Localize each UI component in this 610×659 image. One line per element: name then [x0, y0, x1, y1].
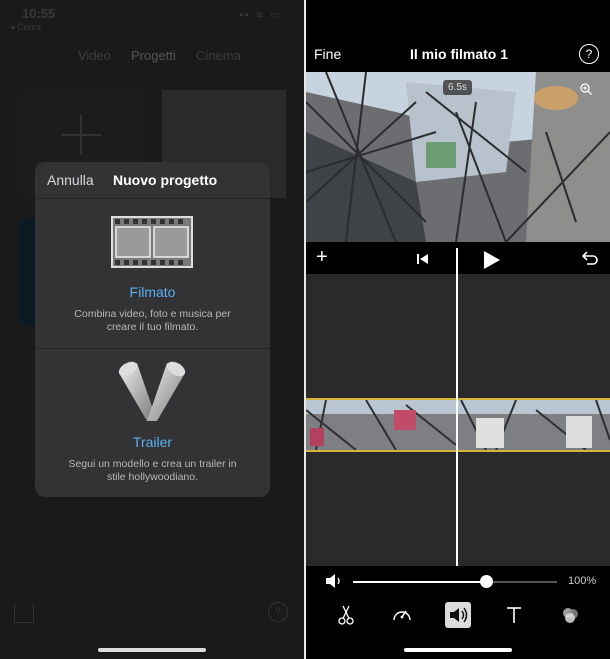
- option-filmato-desc: Combina video, foto e musica per creare …: [74, 308, 231, 333]
- option-trailer-desc: Segui un modello e crea un trailer in st…: [68, 458, 237, 483]
- preview-frame: [306, 72, 610, 242]
- volume-icon[interactable]: [445, 602, 471, 628]
- import-icon[interactable]: [14, 604, 34, 623]
- option-trailer[interactable]: Trailer Segui un modello e crea un trail…: [35, 349, 270, 497]
- option-filmato-label: Filmato: [129, 284, 176, 300]
- option-filmato[interactable]: Filmato Combina video, foto e musica per…: [35, 198, 270, 349]
- video-clip[interactable]: [306, 398, 610, 452]
- speed-icon[interactable]: [389, 602, 415, 628]
- tab-cinema[interactable]: Cinema: [196, 48, 241, 63]
- clip-thumbnails: [306, 400, 610, 450]
- back-link[interactable]: ◂ Cerca: [10, 22, 41, 33]
- top-tabs: Video Progetti Cinema: [0, 48, 304, 68]
- help-icon[interactable]: ?: [579, 44, 599, 64]
- tab-video[interactable]: Video: [78, 48, 111, 63]
- dialog-title: Nuovo progetto: [113, 172, 218, 188]
- scissors-icon[interactable]: [333, 602, 359, 628]
- playhead[interactable]: [456, 248, 458, 566]
- skip-back-icon[interactable]: [417, 253, 429, 265]
- project-title: Il mio filmato 1: [410, 46, 509, 62]
- undo-icon[interactable]: [581, 250, 599, 266]
- volume-slider[interactable]: [353, 575, 557, 588]
- play-icon[interactable]: [484, 251, 500, 269]
- option-trailer-label: Trailer: [132, 434, 173, 450]
- volume-percent: 100%: [568, 575, 597, 587]
- home-indicator: [404, 648, 512, 652]
- zoom-icon[interactable]: [580, 83, 592, 95]
- edit-toolbar: [306, 600, 610, 630]
- timeline[interactable]: [306, 274, 610, 566]
- status-bar: 10:55 ◂ Cerca ▪▪ ≋ ▭: [0, 0, 304, 34]
- dialog-header: Annulla Nuovo progetto: [35, 162, 270, 199]
- cancel-button[interactable]: Annulla: [47, 172, 94, 188]
- clip-duration: 6.5s: [443, 80, 472, 95]
- filters-icon[interactable]: [557, 602, 583, 628]
- add-media-button[interactable]: +: [316, 246, 328, 269]
- spotlights-icon: [118, 361, 186, 421]
- done-button[interactable]: Fine: [314, 46, 341, 62]
- speaker-icon: [326, 574, 340, 588]
- help-icon[interactable]: ?: [268, 602, 288, 622]
- right-screen: Fine Il mio filmato 1 ? 6.5s + 100%: [306, 0, 610, 659]
- volume-bar: 100%: [306, 566, 610, 598]
- status-icons: ▪▪ ≋ ▭: [239, 10, 282, 21]
- film-strip-icon: [111, 216, 193, 268]
- plus-icon: [61, 115, 101, 155]
- status-time: 10:55: [22, 6, 56, 21]
- volume-knob[interactable]: [479, 575, 493, 588]
- volume-fill: [353, 581, 486, 583]
- editor-header: Fine Il mio filmato 1 ?: [306, 40, 610, 70]
- text-icon[interactable]: [501, 602, 527, 628]
- tab-progetti[interactable]: Progetti: [131, 48, 176, 63]
- new-project-dialog: Annulla Nuovo progetto Filmato Combina v…: [35, 162, 270, 497]
- video-preview[interactable]: 6.5s: [306, 72, 610, 242]
- left-screen: 10:55 ◂ Cerca ▪▪ ≋ ▭ Video Progetti Cine…: [0, 0, 304, 659]
- home-indicator: [98, 648, 206, 652]
